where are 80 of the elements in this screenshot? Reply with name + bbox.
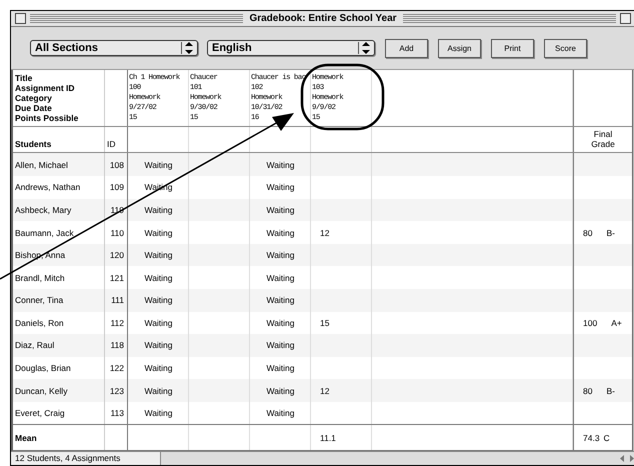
- student-name: Douglas, Brian: [15, 362, 71, 373]
- student-name: Baumann, Jack: [15, 228, 74, 238]
- score-text: 15: [319, 318, 330, 328]
- score-text: Waiting: [144, 295, 173, 306]
- grade-text: 80: [583, 386, 592, 396]
- score-text: Waiting: [266, 182, 295, 192]
- letter-grade: A+: [611, 318, 622, 328]
- popup-arrows-icon: [358, 42, 370, 54]
- window-title: Gradebook: Entire School Year: [248, 13, 398, 24]
- student-name: Allen, Michael: [15, 160, 68, 170]
- grade-text: 80: [583, 228, 592, 238]
- student-name: Bishop, Anna: [15, 250, 66, 260]
- mean-label: Mean: [15, 432, 37, 443]
- score-text: Waiting: [144, 228, 173, 238]
- student-id: 123: [110, 386, 124, 396]
- student-id: 121: [110, 272, 124, 283]
- student-id: 120: [110, 250, 124, 260]
- score-text: Waiting: [144, 408, 173, 418]
- student-id: 109: [110, 182, 124, 192]
- student-name: Conner, Tina: [15, 295, 64, 306]
- header-label: Assignment ID: [15, 82, 75, 93]
- student-name: Diaz, Raul: [15, 340, 54, 350]
- column-header: Students: [15, 139, 52, 150]
- score-text: Waiting: [144, 204, 173, 215]
- score-text: Waiting: [144, 386, 173, 396]
- header-label: Category: [15, 92, 52, 103]
- grade-text: 100: [583, 318, 598, 328]
- header-label: Due Date: [15, 102, 52, 113]
- column-header: ID: [107, 139, 116, 150]
- score-text: 12: [319, 386, 330, 396]
- score-text: Waiting: [144, 318, 173, 328]
- score-text: Waiting: [266, 250, 295, 260]
- toolbar-button[interactable]: Print: [491, 38, 534, 58]
- score-text: Waiting: [144, 362, 173, 373]
- student-id: 110: [110, 228, 124, 238]
- scroll-arrows-icon[interactable]: [619, 454, 634, 463]
- zoom-box-icon[interactable]: [620, 13, 631, 24]
- score-text: Waiting: [266, 318, 295, 328]
- column-header: Final Grade: [590, 129, 616, 150]
- student-name: Daniels, Ron: [15, 318, 64, 328]
- student-name: Duncan, Kelly: [15, 386, 68, 396]
- score-text: Waiting: [144, 160, 173, 170]
- letter-grade: C: [604, 432, 610, 443]
- student-name: Brandl, Mitch: [15, 272, 65, 283]
- close-box-icon[interactable]: [15, 13, 26, 24]
- student-id: 108: [110, 160, 124, 170]
- header-label: Points Possible: [15, 112, 78, 123]
- student-id: 111: [111, 295, 124, 306]
- subject-popup[interactable]: English: [207, 40, 375, 56]
- score-text: 11.1: [319, 432, 336, 443]
- score-text: Waiting: [266, 204, 295, 215]
- student-id: 122: [110, 362, 124, 373]
- score-text: Waiting: [266, 228, 295, 238]
- score-text: Waiting: [266, 408, 295, 418]
- toolbar-button[interactable]: Score: [544, 38, 587, 58]
- score-text: Waiting: [144, 340, 173, 350]
- status-text: 12 Students, 4 Assignments: [11, 452, 161, 465]
- student-id: 118: [110, 340, 124, 350]
- score-text: Waiting: [266, 272, 295, 283]
- header-label: Title: [15, 72, 32, 83]
- toolbar-button[interactable]: Assign: [438, 38, 481, 58]
- popup-arrows-icon: [181, 42, 193, 54]
- score-text: Waiting: [144, 272, 173, 283]
- student-id: 112: [110, 318, 124, 328]
- score-text: Waiting: [266, 160, 295, 170]
- student-name: Everet, Craig: [15, 408, 65, 418]
- letter-grade: B-: [606, 228, 615, 238]
- student-id: 113: [110, 408, 124, 418]
- student-name: Andrews, Nathan: [15, 182, 80, 192]
- letter-grade: B-: [606, 386, 615, 396]
- grade-text: 74.3: [583, 432, 600, 443]
- toolbar-button[interactable]: Add: [385, 38, 428, 58]
- score-text: 12: [319, 228, 330, 238]
- score-text: Waiting: [266, 362, 295, 373]
- score-text: Waiting: [266, 386, 295, 396]
- score-text: Waiting: [144, 250, 173, 260]
- score-text: Waiting: [266, 340, 295, 350]
- student-name: Ashbeck, Mary: [15, 204, 72, 215]
- score-text: Waiting: [266, 295, 295, 306]
- section-popup[interactable]: All Sections: [30, 40, 198, 56]
